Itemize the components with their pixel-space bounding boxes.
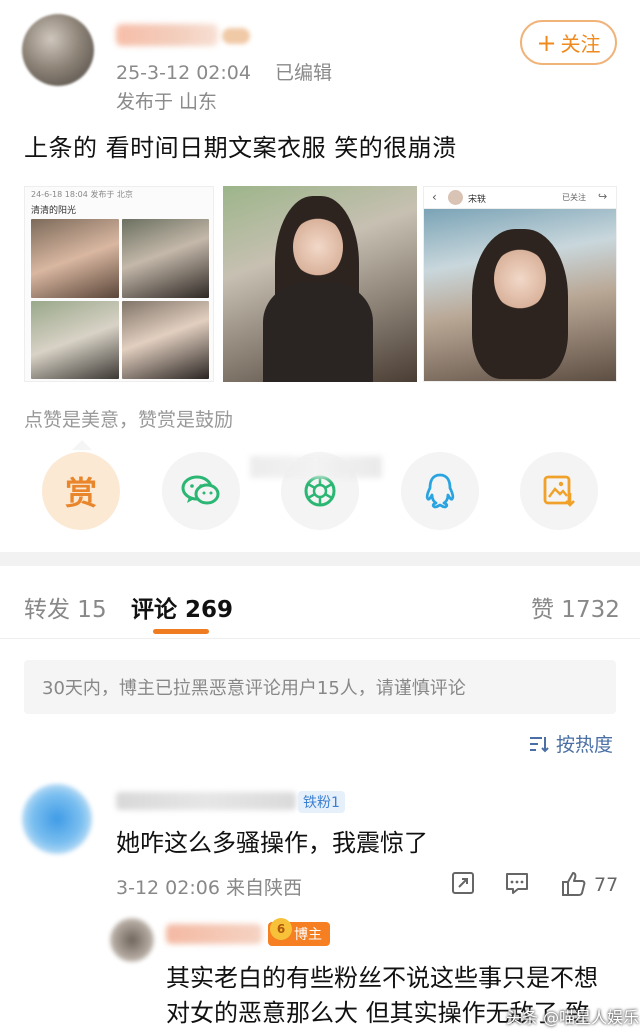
comment-text: 她咋这么多骚操作，我震惊了 (116, 829, 428, 857)
commenter-name-redacted[interactable] (116, 792, 296, 810)
wechat-icon (181, 475, 220, 505)
plus-icon: + (536, 28, 557, 57)
like-comment-button[interactable] (560, 870, 588, 902)
reply-comment-button[interactable] (504, 870, 530, 900)
tab-repost[interactable]: 转发 15 (24, 590, 107, 624)
blogger-badge: 6 博主 (268, 918, 330, 946)
photo-figure-face (293, 216, 343, 278)
save-image-icon (543, 475, 575, 507)
tab-divider (0, 638, 640, 639)
share-qq-button[interactable] (401, 452, 479, 530)
author-name-redacted[interactable] (116, 24, 218, 46)
post-location: 发布于 山东 (116, 91, 218, 113)
comment-like-count: 77 (594, 874, 619, 896)
blocklist-notice: 30天内，博主已拉黑恶意评论用户15人，请谨慎评论 (24, 660, 616, 714)
screenshot-header-date: 24-6-18 18:04 发布于 北京 (31, 190, 133, 199)
screenshot-photo (424, 209, 616, 381)
screenshot-profile-bar: ‹ 宋轶 已关注 ↪ (424, 187, 616, 209)
thumb-photo (121, 219, 209, 298)
post-image-1[interactable]: 24-6-18 18:04 发布于 北京 清清的阳光 (24, 186, 214, 382)
author-avatar[interactable] (22, 14, 94, 86)
sort-label: 按热度 (556, 734, 614, 756)
post-image-3[interactable]: ‹ 宋轶 已关注 ↪ (423, 186, 617, 382)
reply-author-name-redacted[interactable] (166, 924, 262, 944)
tab-comments[interactable]: 评论 269 (131, 590, 233, 624)
screenshot-photo-grid (31, 219, 209, 379)
post-meta: 25-3-12 02:04 已编辑 (116, 58, 332, 85)
repost-icon (452, 872, 474, 894)
follow-label: 关注 (560, 32, 601, 56)
author-badge-redacted (222, 28, 250, 44)
redaction-smudge (250, 456, 382, 478)
reply-author-avatar[interactable] (110, 918, 154, 962)
screenshot-username: 宋轶 (468, 195, 487, 205)
commenter-avatar[interactable] (22, 784, 92, 854)
screenshot-avatar (448, 190, 463, 205)
reward-prompt: 点赞是美意，赞赏是鼓励 (24, 409, 234, 431)
sort-icon (530, 736, 549, 752)
section-divider (0, 552, 640, 566)
edited-label[interactable]: 已编辑 (275, 62, 332, 84)
thumb-photo (121, 300, 209, 379)
comment-icon (506, 873, 528, 894)
post-image-2[interactable] (223, 186, 417, 382)
follow-button[interactable]: + 关注 (520, 20, 617, 65)
save-image-button[interactable] (520, 452, 598, 530)
screenshot-caption: 清清的阳光 (31, 206, 77, 216)
back-icon: ‹ (432, 190, 437, 204)
share-arrow-icon: ↪ (598, 190, 608, 203)
sort-by-hot-button[interactable]: 按热度 (528, 730, 613, 757)
repost-comment-button[interactable] (450, 870, 476, 900)
photo-figure-face (494, 247, 546, 311)
comment-meta: 3-12 02:06 来自陕西 (116, 877, 302, 899)
screenshot-follow-status: 已关注 (562, 193, 586, 202)
reward-button[interactable]: 赏 (42, 452, 120, 530)
share-wechat-button[interactable] (162, 452, 240, 530)
post-timestamp: 25-3-12 02:04 (116, 62, 251, 84)
tab-likes[interactable]: 赞 1732 (531, 590, 620, 624)
tooltip-pointer (72, 440, 92, 450)
active-tab-indicator (153, 629, 209, 634)
post-text: 上条的 看时间日期文案衣服 笑的很崩溃 (24, 134, 457, 162)
fan-level-badge: 铁粉1 (298, 791, 345, 813)
photo-figure-body (263, 282, 373, 382)
thumb-photo (31, 219, 119, 298)
qq-icon (425, 473, 455, 509)
blogger-level-icon: 6 (270, 918, 292, 940)
thumb-photo (31, 300, 119, 379)
reply-text-line-1: 其实老白的有些粉丝不说这些事只是不想 (166, 964, 598, 992)
source-watermark: 头条 @喵星人娱乐 (506, 1008, 640, 1027)
thumbs-up-icon (562, 872, 586, 896)
reward-icon: 赏 (64, 474, 97, 512)
blogger-badge-label: 博主 (294, 927, 322, 943)
